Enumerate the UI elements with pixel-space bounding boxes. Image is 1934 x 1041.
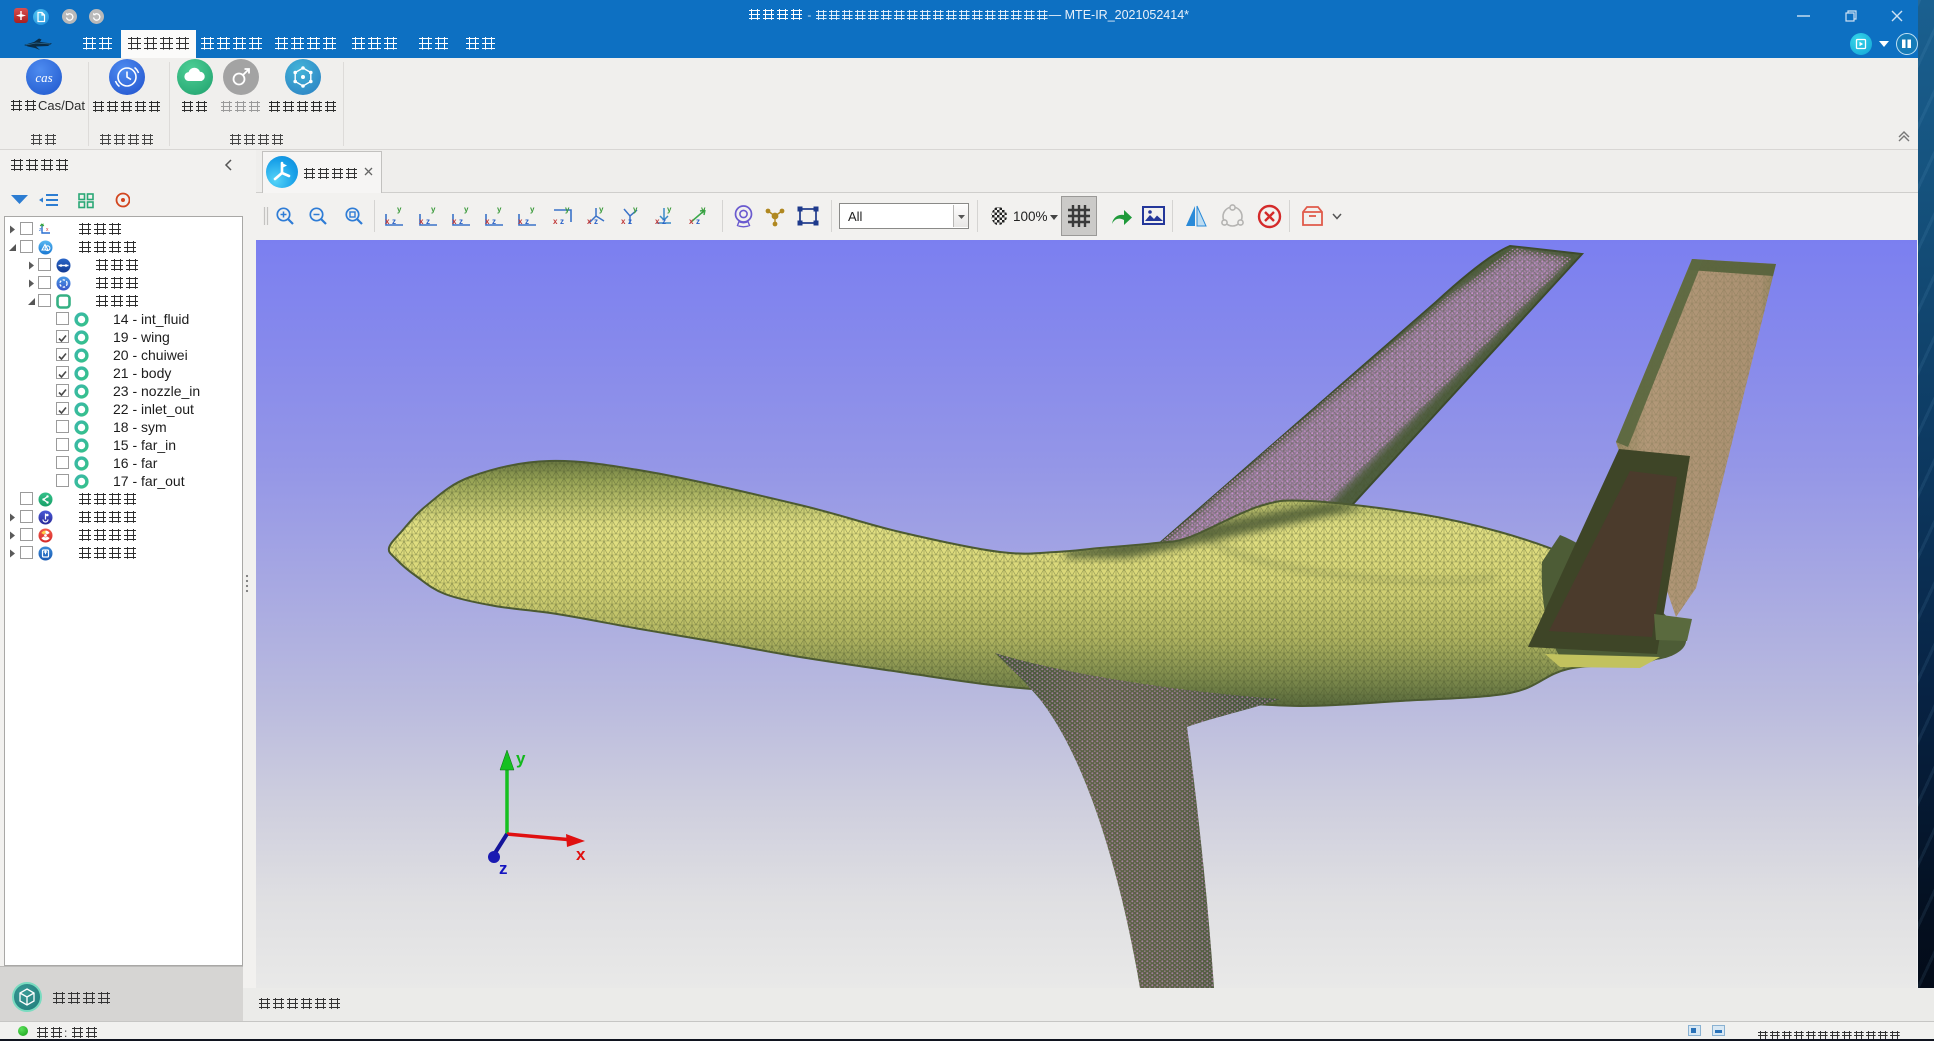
svg-text:z: z	[662, 217, 666, 226]
svg-text:y: y	[464, 205, 469, 214]
svg-text:x: x	[452, 217, 457, 226]
svg-text:y: y	[701, 205, 706, 214]
svg-text:y: y	[565, 205, 570, 214]
svg-text:x: x	[485, 217, 490, 226]
svg-text:x: x	[419, 217, 424, 226]
svg-text:y: y	[397, 205, 402, 214]
svg-text:z: z	[696, 217, 700, 226]
svg-text:x: x	[689, 217, 694, 226]
svg-text:z: z	[628, 217, 632, 226]
svg-text:z: z	[459, 217, 463, 226]
svg-text:y: y	[530, 205, 535, 214]
svg-text:z: z	[492, 217, 496, 226]
svg-text:x: x	[621, 217, 626, 226]
svg-text:y: y	[633, 205, 638, 214]
svg-text:x: x	[385, 217, 390, 226]
svg-text:z: z	[560, 217, 564, 226]
svg-text:y: y	[599, 205, 604, 214]
svg-text:z: z	[392, 217, 396, 226]
svg-text:x: x	[655, 217, 660, 226]
svg-text:cas: cas	[35, 70, 52, 85]
svg-text:x: x	[587, 217, 592, 226]
svg-text:x: x	[518, 217, 523, 226]
svg-text:z: z	[426, 217, 430, 226]
svg-text:y: y	[516, 749, 526, 768]
svg-text:z: z	[499, 859, 508, 878]
svg-text:y: y	[497, 205, 502, 214]
svg-text:z: z	[594, 217, 598, 226]
svg-text:y: y	[667, 205, 672, 214]
svg-text:x: x	[553, 217, 558, 226]
svg-text:x: x	[46, 227, 49, 233]
svg-text:x: x	[576, 845, 586, 864]
svg-text:z: z	[525, 217, 529, 226]
svg-text:y: y	[431, 205, 436, 214]
